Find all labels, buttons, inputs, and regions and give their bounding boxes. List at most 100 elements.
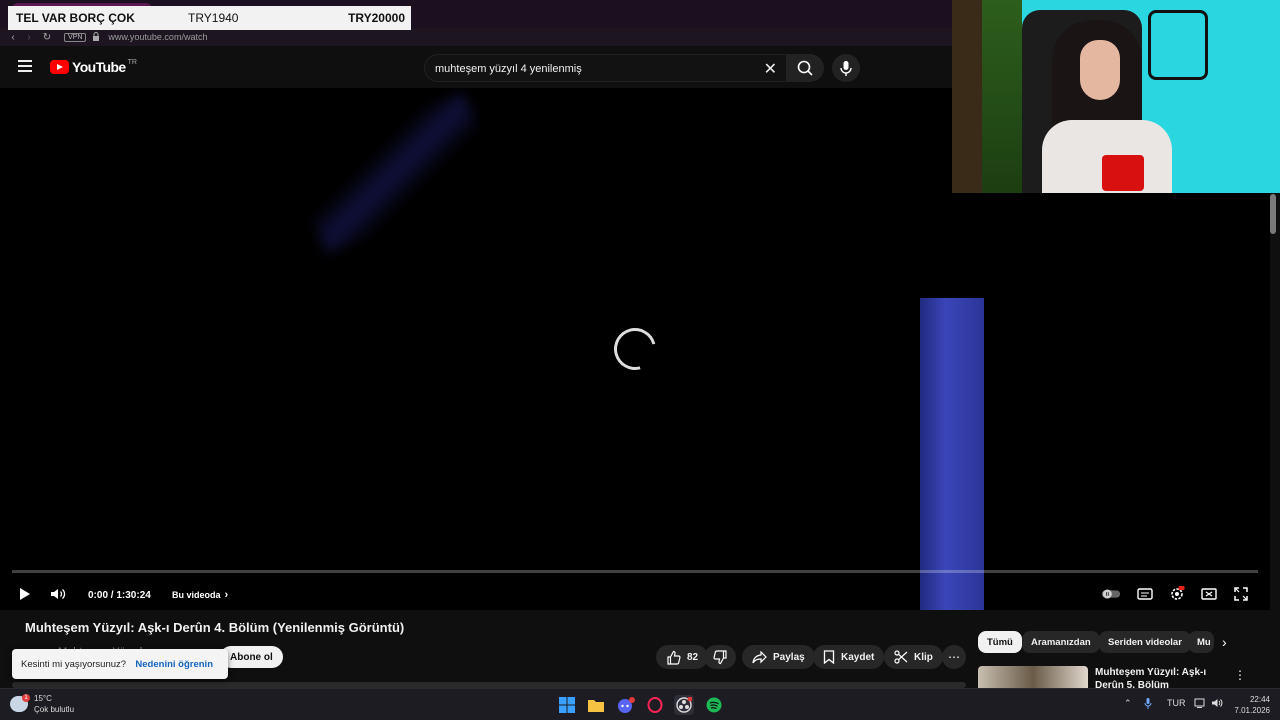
speaker-icon[interactable] [1211, 698, 1223, 710]
discord-icon [618, 697, 635, 713]
progress-bar[interactable] [12, 570, 1258, 573]
play-icon [20, 588, 30, 600]
video-frame-artifact [289, 92, 501, 254]
url-field[interactable]: www.youtube.com/watch [108, 32, 207, 42]
dislike-button[interactable] [704, 645, 736, 669]
subscribe-button[interactable]: Abone ol [220, 646, 283, 668]
chapter-button[interactable]: Bu videoda › [172, 585, 228, 605]
browser-address-bar: ‹ › ↻ VPN www.youtube.com/watch [0, 28, 952, 46]
chip-all[interactable]: Tümü [978, 631, 1022, 653]
discord-app[interactable] [616, 695, 636, 715]
clip-button[interactable]: Klip [884, 645, 943, 669]
donation-amount-right: TRY20000 [348, 11, 405, 25]
voice-search-button[interactable] [832, 54, 860, 82]
more-vert-icon[interactable]: ⋮ [1234, 668, 1246, 682]
clip-label: Klip [914, 651, 933, 663]
show-hidden-icons-icon[interactable]: ⌃ [1124, 698, 1132, 709]
settings-button[interactable] [1167, 584, 1187, 604]
lock-icon[interactable] [92, 31, 100, 43]
autoplay-toggle[interactable] [1101, 584, 1121, 604]
obs-app[interactable] [674, 695, 694, 715]
forward-icon[interactable]: › [22, 32, 36, 43]
search-icon [797, 60, 813, 76]
related-video-title[interactable]: Muhteşem Yüzyıl: Aşk-ı Derûn 5. Bölüm (Y… [1095, 666, 1225, 688]
donation-amount-mid: TRY1940 [188, 11, 239, 25]
clock-time: 22:44 [1249, 695, 1270, 704]
bookmark-icon [823, 650, 835, 664]
start-button[interactable] [557, 695, 577, 715]
video-title: Muhteşem Yüzyıl: Aşk-ı Derûn 4. Bölüm (Y… [25, 620, 405, 635]
system-clock[interactable]: 22:44 7.01.2026 [1232, 694, 1270, 716]
loading-spinner-icon [606, 320, 664, 378]
microphone-tray-icon[interactable] [1144, 698, 1152, 711]
time-display: 0:00 / 1:30:24 [88, 589, 151, 601]
related-video-thumbnail[interactable] [978, 666, 1088, 688]
obs-icon [676, 697, 692, 713]
network-icon[interactable] [1194, 698, 1206, 710]
menu-icon[interactable] [18, 60, 32, 72]
weather-widget[interactable]: 1 15°C Çok bulutlu [10, 693, 74, 715]
fullscreen-icon [1234, 587, 1248, 601]
clock-date: 7.01.2026 [1234, 706, 1270, 715]
volume-button[interactable] [48, 584, 68, 604]
reload-icon[interactable]: ↻ [40, 32, 54, 43]
like-button[interactable]: 82 [656, 645, 709, 669]
subtitles-button[interactable] [1135, 584, 1155, 604]
vpn-badge[interactable]: VPN [64, 32, 87, 42]
weather-condition: Çok bulutlu [34, 705, 75, 714]
windows-icon [559, 697, 575, 713]
search-button[interactable] [786, 54, 824, 82]
page-scrollbar[interactable] [1270, 194, 1276, 234]
scissors-icon [894, 650, 908, 664]
youtube-logo[interactable]: YouTube TR [50, 59, 137, 75]
gear-icon [1171, 586, 1185, 600]
youtube-play-icon [50, 60, 69, 74]
weather-badge: 1 [22, 694, 30, 702]
more-actions-button[interactable]: ⋯ [942, 645, 966, 669]
cloud-icon: 1 [10, 694, 30, 712]
donor-name: TEL VAR BORÇ ÇOK [16, 11, 135, 25]
save-button[interactable]: Kaydet [813, 645, 885, 669]
search-input[interactable]: muhteşem yüzyıl 4 yenilenmiş [435, 63, 582, 75]
donation-overlay: TEL VAR BORÇ ÇOK TRY1940 TRY20000 [8, 6, 411, 30]
subtitles-icon [1137, 588, 1153, 600]
streamer-webcam [952, 0, 1280, 193]
webcam-wall-art [1148, 10, 1208, 80]
toast-learn-more-link[interactable]: Nedenini öğrenin [135, 659, 213, 670]
toast-question: Kesinti mi yaşıyorsunuz? [21, 658, 127, 670]
thumbs-up-icon [667, 650, 681, 665]
folder-icon [588, 700, 604, 712]
opera-gx-app[interactable] [645, 695, 665, 715]
fullscreen-button[interactable] [1231, 584, 1251, 604]
save-label: Kaydet [841, 651, 875, 663]
webcam-face [1080, 40, 1120, 100]
back-icon[interactable]: ‹ [6, 32, 20, 43]
webcam-microphone [1102, 155, 1144, 191]
chip-partial[interactable]: Mu [1188, 631, 1214, 653]
file-explorer-app[interactable] [586, 695, 606, 715]
thumbs-down-icon [712, 649, 727, 664]
microphone-icon [840, 61, 852, 76]
opera-icon [647, 697, 663, 713]
logo-text: YouTube [72, 59, 126, 75]
chapter-label: Bu videoda [172, 590, 221, 600]
country-code: TR [127, 58, 137, 66]
spotify-app[interactable] [704, 695, 724, 715]
video-frame-artifact [920, 298, 984, 610]
more-dots-icon: ⋯ [948, 650, 960, 664]
spotify-icon [706, 697, 722, 713]
miniplayer-icon [1201, 588, 1217, 600]
play-button[interactable] [14, 584, 34, 604]
share-button[interactable]: Paylaş [742, 645, 815, 669]
search-box[interactable]: muhteşem yüzyıl 4 yenilenmiş ✕ [424, 54, 788, 82]
clear-search-icon[interactable]: ✕ [764, 59, 777, 79]
windows-taskbar: 1 15°C Çok bulutlu ⌃ TUR 22:44 7.01.2026 [0, 688, 1280, 720]
share-icon [752, 650, 767, 663]
interruption-toast: Kesinti mi yaşıyorsunuz? Nedenini öğreni… [12, 649, 228, 679]
chip-from-series[interactable]: Seriden videolar [1099, 631, 1191, 653]
autoplay-toggle-icon [1101, 589, 1121, 599]
chip-from-search[interactable]: Aramanızdan [1022, 631, 1100, 653]
language-indicator[interactable]: TUR [1167, 698, 1186, 708]
miniplayer-button[interactable] [1199, 584, 1219, 604]
chevron-right-icon[interactable]: › [1222, 634, 1227, 650]
